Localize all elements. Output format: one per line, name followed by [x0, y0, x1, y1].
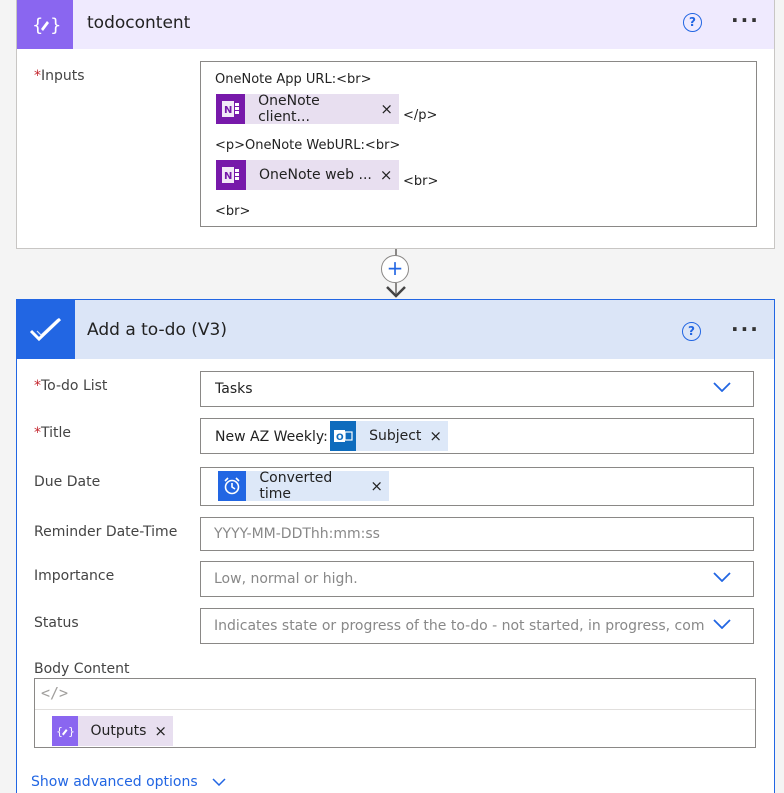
reminder-placeholder: YYYY-MM-DDThh:mm:ss — [214, 526, 380, 542]
inputs-line-2: <p>OneNote WebURL:<br> — [215, 138, 401, 153]
compose-title[interactable]: todocontent — [87, 0, 190, 49]
chevron-down-icon[interactable] — [713, 382, 731, 392]
todo-header[interactable]: Add a to-do (V3) ? ··· — [17, 300, 774, 359]
required-mark: * — [34, 68, 41, 84]
inputs-label: *Inputs — [34, 68, 85, 84]
reminder-label: Reminder Date-Time — [34, 524, 178, 540]
body-content-editor[interactable]: </> {} Outputs × — [34, 678, 756, 748]
importance-placeholder: Low, normal or high. — [214, 571, 358, 587]
chevron-down-icon[interactable] — [713, 619, 731, 629]
status-select[interactable]: Indicates state or progress of the to-do… — [200, 608, 754, 644]
inputs-after-token-2: <br> — [403, 174, 439, 189]
due-date-label: Due Date — [34, 474, 101, 490]
todo-check-icon — [17, 300, 75, 359]
chevron-down-icon[interactable] — [713, 572, 731, 582]
svg-text:{: { — [32, 15, 43, 36]
title-field[interactable]: New AZ Weekly: O Subject × — [200, 418, 754, 454]
code-view-icon[interactable]: </> — [41, 684, 68, 702]
remove-token-icon[interactable]: × — [429, 427, 442, 445]
remove-token-icon[interactable]: × — [370, 477, 383, 495]
onenote-icon: N — [216, 160, 246, 190]
title-prefix: New AZ Weekly: — [215, 429, 328, 445]
inputs-after-token-1: </p> — [403, 108, 438, 123]
arrow-down-icon — [386, 286, 406, 298]
inputs-line-1: OneNote App URL:<br> — [215, 72, 372, 87]
onenote-web-token-label: OneNote web ... — [259, 167, 372, 183]
svg-text:}: } — [50, 15, 60, 36]
add-step-button[interactable]: + — [381, 255, 409, 283]
converted-time-token-label: Converted time — [259, 470, 333, 502]
svg-text:N: N — [224, 171, 232, 182]
title-label: *Title — [34, 425, 71, 441]
compose-header[interactable]: {} todocontent ? ··· — [17, 0, 774, 49]
subject-token-label: Subject — [369, 428, 422, 444]
due-date-field[interactable]: Converted time × — [200, 467, 754, 506]
editor-toolbar: </> — [35, 679, 755, 710]
show-advanced-options-link[interactable]: Show advanced options — [31, 774, 226, 790]
inputs-line-3: <br> — [215, 204, 251, 219]
required-mark: * — [34, 378, 41, 394]
help-icon[interactable]: ? — [682, 322, 701, 341]
show-advanced-options-label: Show advanced options — [31, 774, 198, 790]
todo-list-value: Tasks — [215, 381, 253, 397]
add-todo-action-card: Add a to-do (V3) ? ··· *To-do List Tasks… — [16, 299, 775, 793]
more-options-icon[interactable]: ··· — [731, 8, 760, 32]
body-content-label: Body Content — [34, 661, 130, 677]
more-options-icon[interactable]: ··· — [731, 317, 760, 341]
todo-title[interactable]: Add a to-do (V3) — [87, 300, 227, 359]
status-label: Status — [34, 615, 79, 631]
compose-icon: {} — [17, 0, 73, 49]
svg-text:}: } — [68, 725, 75, 738]
todo-list-label: *To-do List — [34, 378, 107, 394]
todo-list-select[interactable]: Tasks — [200, 371, 754, 407]
compose-icon: {} — [52, 716, 79, 746]
converted-time-token[interactable]: Converted time × — [218, 470, 389, 502]
outputs-token[interactable]: {} Outputs × — [52, 716, 173, 746]
reminder-input[interactable]: YYYY-MM-DDThh:mm:ss — [200, 517, 754, 551]
chevron-down-icon — [212, 778, 226, 787]
importance-select[interactable]: Low, normal or high. — [200, 561, 754, 597]
todo-list-label-text: To-do List — [41, 378, 108, 394]
inputs-label-text: Inputs — [41, 68, 85, 84]
onenote-icon: N — [216, 94, 246, 124]
svg-text:N: N — [224, 105, 232, 116]
remove-token-icon[interactable]: × — [380, 100, 393, 118]
remove-token-icon[interactable]: × — [154, 722, 167, 740]
svg-text:O: O — [336, 433, 344, 443]
help-icon[interactable]: ? — [683, 13, 702, 32]
importance-label: Importance — [34, 568, 115, 584]
title-label-text: Title — [41, 425, 72, 441]
alarm-clock-icon — [218, 471, 247, 501]
inputs-editor[interactable]: OneNote App URL:<br> N OneNote client...… — [200, 61, 757, 227]
status-placeholder: Indicates state or progress of the to-do… — [214, 618, 704, 634]
outputs-token-label: Outputs — [90, 723, 147, 739]
compose-action-card: {} todocontent ? ··· *Inputs OneNote App… — [16, 0, 775, 249]
onenote-client-token[interactable]: N OneNote client... × — [216, 93, 399, 125]
onenote-web-token[interactable]: N OneNote web ... × — [216, 160, 399, 190]
subject-token[interactable]: O Subject × — [330, 421, 448, 451]
remove-token-icon[interactable]: × — [380, 166, 393, 184]
outlook-icon: O — [330, 421, 357, 451]
svg-text:{: { — [56, 725, 63, 738]
onenote-client-token-label: OneNote client... — [258, 93, 320, 125]
required-mark: * — [34, 425, 41, 441]
